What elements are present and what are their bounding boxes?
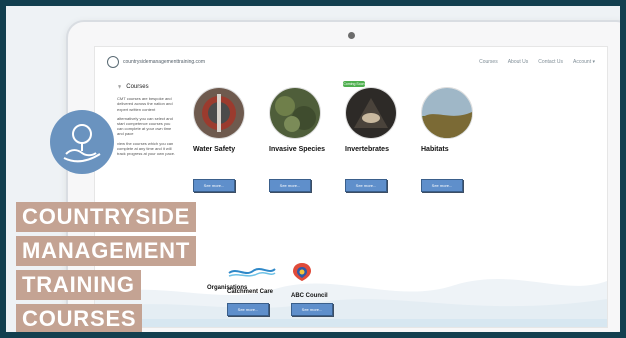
title-word-training: TRAINING <box>16 270 141 300</box>
course-name: Invertebrates <box>345 146 389 153</box>
course-name: Water Safety <box>193 146 236 153</box>
tree-icon: ♆ <box>117 84 123 91</box>
see-more-button-invasive-species[interactable]: See more... <box>269 179 311 192</box>
course-card-habitats[interactable]: Habitats <box>421 87 491 154</box>
title-ribbon: COUNTRYSIDE MANAGEMENT TRAINING COURSES <box>6 202 224 332</box>
site-logo[interactable]: countrysidemanagementtraining.com <box>107 56 205 68</box>
courses-sidebar: ♆ Courses CMT courses are bespoke and de… <box>117 84 177 160</box>
course-card-invertebrates[interactable]: Coming Soon Invertebrates <box>343 81 415 154</box>
nav-account[interactable]: Account ▾ <box>573 59 595 65</box>
partner-name: Catchment Care <box>227 289 274 295</box>
hand-with-tree-icon <box>50 110 114 174</box>
sidebar-paragraph: CMT courses are bespoke and delivered ac… <box>117 96 173 112</box>
course-name: Habitats <box>421 146 449 153</box>
course-card-water-safety[interactable]: Water Safety <box>193 87 263 154</box>
courses-grid: Water Safety Invasive Species Coming Soo… <box>193 81 583 217</box>
partners-grid: Catchment Care See more... ABC Council S… <box>227 261 427 327</box>
sidebar-title: ♆ Courses <box>117 84 149 91</box>
see-more-button-water-safety[interactable]: See more... <box>193 179 235 192</box>
nav-about[interactable]: About Us <box>508 59 529 65</box>
partner-card-abc-council[interactable]: ABC Council See more... <box>291 261 351 316</box>
course-image-habitats <box>421 87 473 139</box>
sidebar-paragraph: alternatively you can select and start c… <box>117 115 173 137</box>
nav-courses[interactable]: Courses <box>479 59 498 65</box>
course-card-invasive-species[interactable]: Invasive Species <box>269 87 339 154</box>
see-more-button-catchment-care[interactable]: See more... <box>227 303 269 316</box>
promo-panel: countrysidemanagementtraining.com Course… <box>6 6 620 332</box>
sidebar-paragraph: view the courses which you can complete … <box>117 140 176 157</box>
see-more-button-habitats[interactable]: See more... <box>421 179 463 192</box>
screenshot-canvas: countrysidemanagementtraining.com Course… <box>0 0 626 338</box>
see-more-button-invertebrates[interactable]: See more... <box>345 179 387 192</box>
site-title: countrysidemanagementtraining.com <box>123 59 205 65</box>
partner-name: ABC Council <box>291 293 328 299</box>
partner-card-catchment-care[interactable]: Catchment Care See more... <box>227 261 287 316</box>
site-nav: Courses About Us Contact Us Account ▾ <box>479 59 595 65</box>
title-word-management: MANAGEMENT <box>16 236 197 266</box>
camera-dot <box>348 32 355 39</box>
course-name: Invasive Species <box>269 146 326 153</box>
course-image-invasive-species <box>269 87 321 139</box>
site-header: countrysidemanagementtraining.com Course… <box>107 55 595 69</box>
nav-contact[interactable]: Contact Us <box>538 59 563 65</box>
course-image-water-safety <box>193 87 245 139</box>
course-image-invertebrates <box>345 87 397 139</box>
title-word-countryside: COUNTRYSIDE <box>16 202 197 232</box>
site-logo-icon <box>107 56 119 68</box>
see-more-button-abc-council[interactable]: See more... <box>291 303 333 316</box>
catchment-care-logo-icon <box>228 268 276 277</box>
coming-soon-badge: Coming Soon <box>343 81 365 87</box>
title-word-courses: COURSES <box>16 304 143 332</box>
abc-council-logo-icon <box>293 263 311 281</box>
